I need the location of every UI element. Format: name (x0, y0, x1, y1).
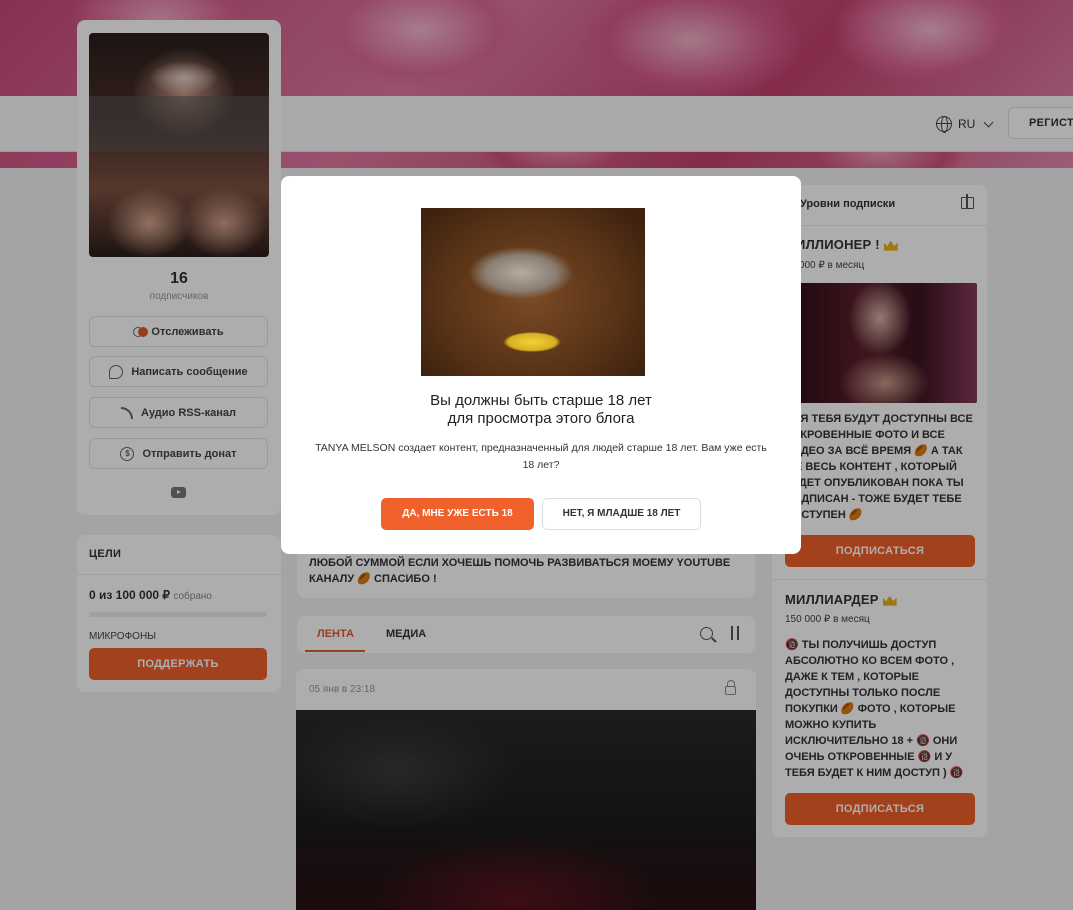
modal-text: TANYA MELSON создает контент, предназнач… (315, 442, 767, 471)
decline-age-button[interactable]: НЕТ, Я МЛАДШЕ 18 ЛЕТ (542, 498, 701, 530)
modal-title: Вы должны быть старше 18 лет для просмот… (281, 392, 801, 428)
modal-title-line2: для просмотра этого блога (447, 410, 635, 427)
modal-image (421, 208, 645, 376)
modal-title-line1: Вы должны быть старше 18 лет (430, 392, 652, 409)
age-gate-modal: Вы должны быть старше 18 лет для просмот… (281, 176, 801, 554)
confirm-age-button[interactable]: ДА, МНЕ УЖЕ ЕСТЬ 18 (381, 498, 534, 530)
